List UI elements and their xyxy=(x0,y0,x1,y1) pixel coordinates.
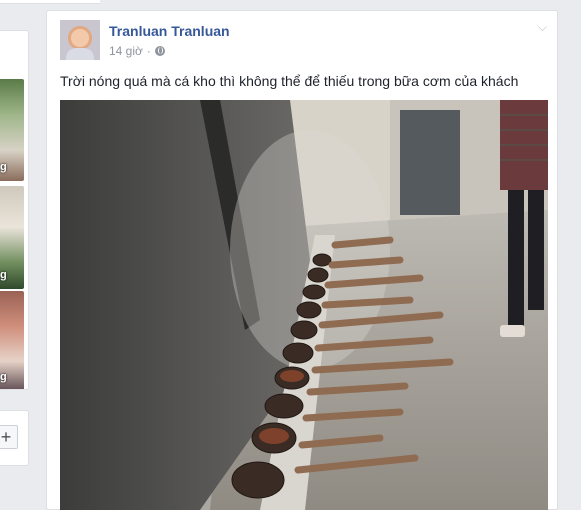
post-photo[interactable] xyxy=(60,100,548,510)
post-text: Trời nóng quá mà cá kho thì không thể để… xyxy=(60,73,519,89)
post-meta: 14 giờ · xyxy=(109,44,165,58)
meta-separator: · xyxy=(146,44,151,58)
photo-thumbnail[interactable]: g xyxy=(0,186,24,289)
feed-post: Tranluan Tranluan 14 giờ · ⌵ Trời nóng q… xyxy=(46,10,558,510)
avatar[interactable] xyxy=(60,20,100,60)
add-button[interactable]: + xyxy=(0,425,18,449)
post-photo-scene xyxy=(60,100,548,510)
globe-icon[interactable] xyxy=(154,46,165,56)
left-photo-card: g g g xyxy=(0,30,29,390)
photo-thumbnail[interactable]: g xyxy=(0,291,24,389)
avatar-figure xyxy=(66,48,94,60)
post-author-link[interactable]: Tranluan Tranluan xyxy=(109,23,230,39)
photo-thumbnail[interactable]: g xyxy=(0,79,24,181)
left-action-card: + xyxy=(0,410,29,466)
thumbnail-caption: g xyxy=(0,371,7,383)
chevron-down-icon[interactable]: ⌵ xyxy=(538,20,547,35)
scrollbar[interactable] xyxy=(569,0,581,496)
thumbnail-caption: g xyxy=(0,161,7,173)
top-card-edge xyxy=(0,0,100,4)
thumbnail-caption: g xyxy=(0,269,7,281)
post-timestamp[interactable]: 14 giờ xyxy=(109,44,143,58)
